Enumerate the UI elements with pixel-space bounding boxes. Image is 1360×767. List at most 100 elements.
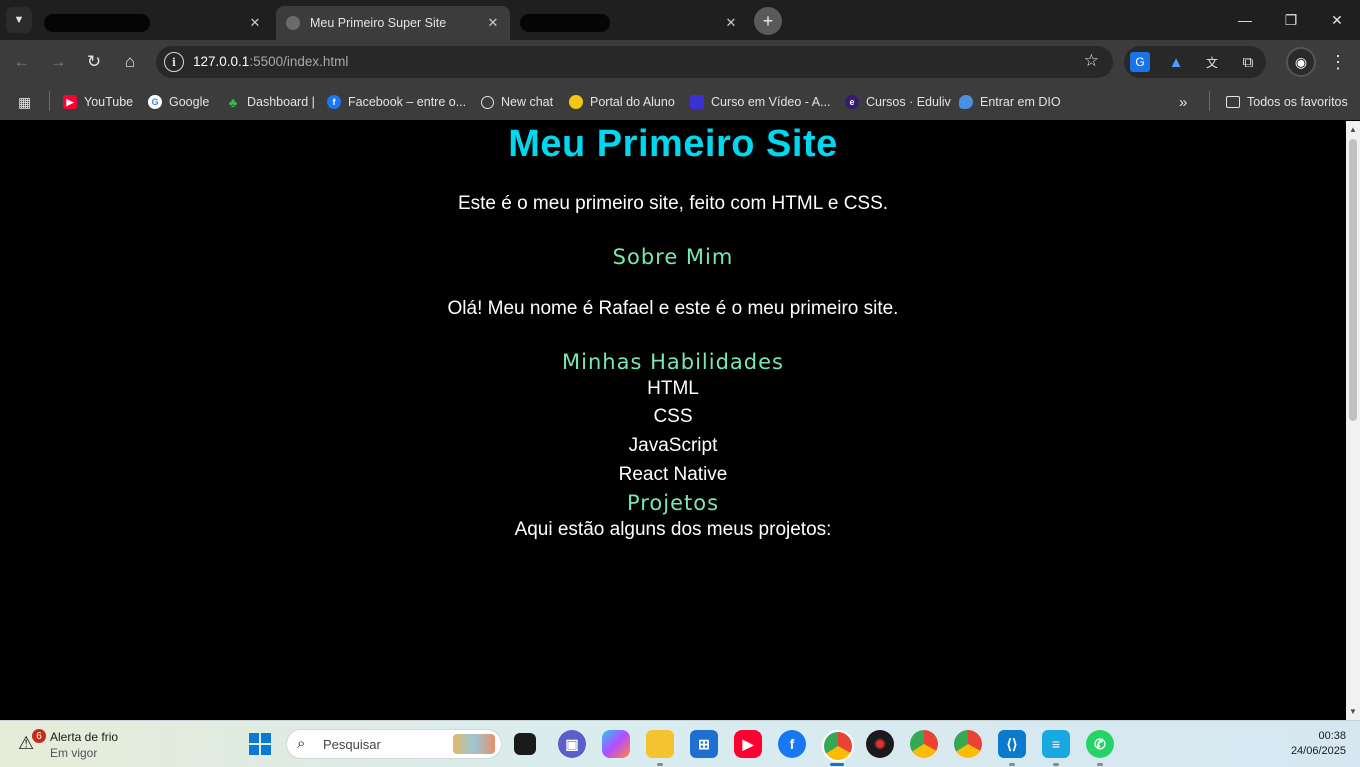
- about-heading: Sobre Mim: [612, 245, 734, 269]
- bookmark-new-chat[interactable]: New chat: [481, 92, 553, 112]
- tab-search-button[interactable]: ▼: [6, 7, 32, 33]
- whatsapp-icon[interactable]: ✆: [1086, 730, 1114, 758]
- running-indicator: [1053, 763, 1059, 766]
- extensions-puzzle-icon[interactable]: ⧉: [1238, 52, 1258, 72]
- bookmark-dio[interactable]: Entrar em DIO: [959, 92, 1061, 112]
- new-tab-button[interactable]: +: [754, 7, 782, 35]
- tab-3[interactable]: ✕: [514, 6, 748, 40]
- chrome-icon[interactable]: [822, 730, 854, 762]
- reload-button[interactable]: ↻: [80, 48, 108, 76]
- bookmarks-bar: ▦ ▶ YouTube G Google ♣ Dashboard | f Fac…: [0, 84, 1360, 120]
- windows-logo-icon: [249, 733, 271, 755]
- bookmark-eduliv[interactable]: e Cursos · Eduliv: [845, 92, 951, 112]
- address-bar[interactable]: i 127.0.0.1:5500/index.html ☆: [156, 46, 1113, 78]
- chrome-profile-icon[interactable]: [910, 730, 938, 758]
- eduliv-icon: e: [845, 95, 859, 109]
- close-tab-icon[interactable]: ✕: [484, 14, 502, 32]
- search-placeholder: Pesquisar: [323, 737, 381, 752]
- bookmark-label: Todos os favoritos: [1247, 95, 1348, 109]
- scroll-up-icon[interactable]: ▲: [1348, 125, 1358, 134]
- bookmarks-divider: [49, 91, 50, 111]
- translate-page-icon[interactable]: 文: [1202, 52, 1222, 72]
- skill-item: CSS: [653, 406, 693, 427]
- plus-icon: +: [762, 10, 774, 31]
- close-tab-icon[interactable]: ✕: [722, 14, 740, 32]
- close-icon: ✕: [1331, 11, 1343, 28]
- site-info-icon[interactable]: i: [164, 52, 184, 72]
- browser-menu-button[interactable]: ⋮: [1326, 48, 1350, 76]
- home-icon: ⌂: [124, 52, 136, 71]
- bookmark-youtube[interactable]: ▶ YouTube: [63, 92, 133, 112]
- facebook-app-icon[interactable]: f: [778, 730, 806, 758]
- intro-paragraph: Este é o meu primeiro site, feito com HT…: [457, 193, 889, 214]
- bookmark-portal-aluno[interactable]: Portal do Aluno: [569, 92, 675, 112]
- youtube-app-icon[interactable]: ▶: [734, 730, 762, 758]
- skill-item: HTML: [647, 378, 699, 399]
- notepad-icon[interactable]: ≡: [1042, 730, 1070, 758]
- translate-extension-icon[interactable]: G: [1130, 52, 1150, 72]
- all-bookmarks-folder[interactable]: Todos os favoritos: [1226, 92, 1348, 112]
- profile-avatar[interactable]: ◉: [1286, 47, 1316, 77]
- bookmark-label: Curso em Vídeo - A...: [711, 95, 831, 109]
- forward-button[interactable]: →: [44, 48, 72, 76]
- skills-heading: Minhas Habilidades: [562, 350, 784, 374]
- double-chevron-right-icon: »: [1179, 93, 1188, 111]
- home-button[interactable]: ⌂: [116, 48, 144, 76]
- tab-strip: ▼ ✕ Meu Primeiro Super Site ✕ ✕ + — ❐ ✕: [0, 0, 1360, 40]
- copilot-icon[interactable]: [602, 730, 630, 758]
- url-host: 127.0.0.1: [193, 54, 250, 69]
- tab-active[interactable]: Meu Primeiro Super Site ✕: [276, 6, 510, 40]
- vscode-icon[interactable]: ⟨⟩: [998, 730, 1026, 758]
- avatar: ◉: [1294, 53, 1308, 70]
- search-highlight-image: [453, 734, 495, 754]
- back-arrow-icon: ←: [13, 52, 31, 71]
- people-extension-icon[interactable]: ▲: [1166, 52, 1186, 72]
- reload-icon: ↻: [86, 52, 102, 71]
- about-paragraph: Olá! Meu nome é Rafael e este é o meu pr…: [447, 298, 899, 319]
- teams-icon[interactable]: ▣: [558, 730, 586, 758]
- clock-date: 24/06/2025: [1290, 745, 1346, 757]
- tab-1[interactable]: ✕: [36, 6, 272, 40]
- windows-taskbar: ⚠ 6 Alerta de frio Em vigor ⌕ Pesquisar …: [0, 720, 1360, 767]
- bookmark-star-icon[interactable]: ☆: [1084, 51, 1099, 71]
- running-indicator: [1009, 763, 1015, 766]
- restore-button[interactable]: ❐: [1268, 6, 1314, 34]
- red-app-icon[interactable]: ✹: [866, 730, 894, 758]
- taskbar-search[interactable]: ⌕ Pesquisar: [286, 729, 502, 759]
- minimize-icon: —: [1238, 12, 1252, 28]
- close-tab-icon[interactable]: ✕: [246, 14, 264, 32]
- cursoemvideo-icon: [690, 95, 704, 109]
- apps-button[interactable]: ▦: [18, 92, 31, 112]
- chrome-profile-icon[interactable]: [954, 730, 982, 758]
- bookmark-label: Portal do Aluno: [590, 95, 675, 109]
- restore-icon: ❐: [1284, 11, 1298, 28]
- bookmark-curso-em-video[interactable]: Curso em Vídeo - A...: [690, 92, 831, 112]
- url-text[interactable]: 127.0.0.1:5500/index.html: [193, 54, 348, 69]
- page-scrollbar[interactable]: ▲ ▼: [1346, 121, 1360, 720]
- active-indicator: [830, 763, 844, 766]
- microsoft-store-icon[interactable]: ⊞: [690, 730, 718, 758]
- bookmark-google[interactable]: G Google: [148, 92, 209, 112]
- back-button[interactable]: ←: [8, 48, 36, 76]
- bookmark-label: Facebook – entre o...: [348, 95, 467, 109]
- scroll-down-icon[interactable]: ▼: [1348, 707, 1358, 716]
- file-explorer-icon[interactable]: [646, 730, 674, 758]
- close-window-button[interactable]: ✕: [1314, 6, 1360, 34]
- scrollbar-thumb[interactable]: [1349, 139, 1357, 421]
- redacted-tab-title: [520, 14, 610, 32]
- url-path: :5500/index.html: [249, 54, 349, 69]
- bookmark-dashboard[interactable]: ♣ Dashboard |: [226, 92, 315, 112]
- running-indicator: [657, 763, 663, 766]
- minimize-button[interactable]: —: [1222, 6, 1268, 34]
- task-view-icon[interactable]: [514, 733, 536, 755]
- clock-time: 00:38: [1318, 730, 1346, 742]
- bookmark-facebook[interactable]: f Facebook – entre o...: [327, 92, 466, 112]
- start-button[interactable]: [246, 730, 274, 758]
- system-clock[interactable]: 00:38 24/06/2025: [1266, 729, 1346, 759]
- skill-item: JavaScript: [628, 435, 718, 456]
- notification-badge: 6: [32, 729, 46, 743]
- projects-heading: Projetos: [626, 491, 720, 515]
- more-bookmarks-button[interactable]: »: [1179, 92, 1187, 112]
- weather-widget[interactable]: ⚠ 6 Alerta de frio Em vigor: [18, 729, 158, 761]
- more-vert-icon: ⋮: [1329, 51, 1347, 72]
